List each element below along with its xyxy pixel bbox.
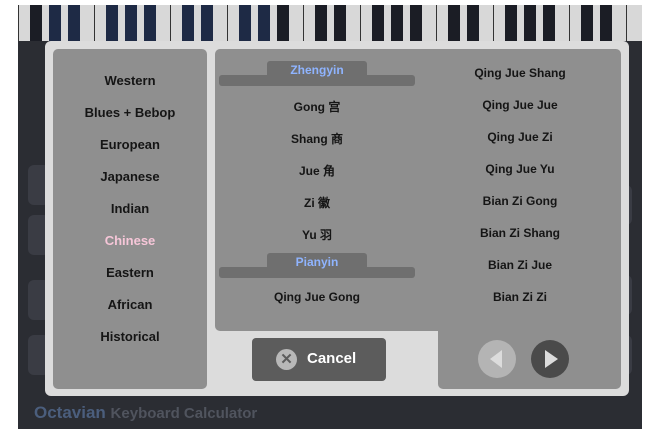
black-key — [467, 5, 479, 41]
scale-item[interactable]: Jue 角 — [219, 162, 415, 179]
black-key — [201, 5, 213, 41]
black-key — [448, 5, 460, 41]
scale-item[interactable]: Qing Jue Yu — [422, 162, 618, 176]
category-african[interactable]: African — [53, 297, 207, 312]
black-key — [505, 5, 517, 41]
category-european[interactable]: European — [53, 137, 207, 152]
category-eastern[interactable]: Eastern — [53, 265, 207, 280]
page-nav-panel — [438, 331, 621, 389]
category-sidebar: Western Blues + Bebop European Japanese … — [53, 49, 207, 389]
category-historical[interactable]: Historical — [53, 329, 207, 344]
scale-list-panel: Zhengyin Gong 宫 Shang 商 Jue 角 Zi 徽 Yu 羽 … — [215, 49, 621, 331]
close-icon: ✕ — [276, 349, 297, 370]
black-key — [524, 5, 536, 41]
scale-item[interactable]: Bian Zi Gong — [422, 194, 618, 208]
black-key — [410, 5, 422, 41]
black-key — [68, 5, 80, 41]
app-name: Octavian — [34, 403, 106, 422]
black-key — [125, 5, 137, 41]
black-key — [372, 5, 384, 41]
black-key — [182, 5, 194, 41]
app-subtitle: Keyboard Calculator — [110, 405, 258, 422]
black-key — [144, 5, 156, 41]
black-key — [106, 5, 118, 41]
piano-keyboard — [18, 5, 642, 41]
black-key — [277, 5, 289, 41]
scale-item[interactable]: Qing Jue Gong — [219, 290, 415, 304]
scale-item[interactable]: Qing Jue Zi — [422, 130, 618, 144]
scale-item[interactable]: Gong 宫 — [219, 98, 415, 115]
app-title: Octavian Keyboard Calculator — [34, 403, 257, 423]
category-japanese[interactable]: Japanese — [53, 169, 207, 184]
black-key — [258, 5, 270, 41]
black-key — [581, 5, 593, 41]
prev-page-button[interactable] — [478, 340, 516, 378]
black-key — [543, 5, 555, 41]
black-key — [600, 5, 612, 41]
cancel-button[interactable]: ✕ Cancel — [252, 338, 386, 381]
section-header-pianyin: Pianyin — [219, 253, 415, 278]
category-chinese[interactable]: Chinese — [53, 233, 207, 248]
scale-picker-dialog: Western Blues + Bebop European Japanese … — [45, 41, 629, 396]
scale-item[interactable]: Qing Jue Jue — [422, 98, 618, 112]
section-header-label: Zhengyin — [267, 61, 367, 80]
scale-item[interactable]: Zi 徽 — [219, 194, 415, 211]
category-blues-bebop[interactable]: Blues + Bebop — [53, 105, 207, 120]
scale-item[interactable]: Qing Jue Shang — [422, 66, 618, 80]
black-key — [239, 5, 251, 41]
category-indian[interactable]: Indian — [53, 201, 207, 216]
next-page-button[interactable] — [531, 340, 569, 378]
section-header-zhengyin: Zhengyin — [219, 61, 415, 86]
black-key — [334, 5, 346, 41]
black-key — [315, 5, 327, 41]
scale-item[interactable]: Bian Zi Shang — [422, 226, 618, 240]
black-key — [30, 5, 42, 41]
section-header-label: Pianyin — [267, 253, 367, 272]
scale-item[interactable]: Bian Zi Zi — [422, 290, 618, 304]
arrow-left-icon — [490, 350, 502, 368]
black-key — [391, 5, 403, 41]
scale-item[interactable]: Shang 商 — [219, 130, 415, 147]
scale-item[interactable]: Bian Zi Jue — [422, 258, 618, 272]
cancel-label: Cancel — [307, 350, 357, 367]
black-key — [49, 5, 61, 41]
scale-item[interactable]: Yu 羽 — [219, 226, 415, 243]
arrow-right-icon — [545, 350, 558, 368]
category-western[interactable]: Western — [53, 73, 207, 88]
